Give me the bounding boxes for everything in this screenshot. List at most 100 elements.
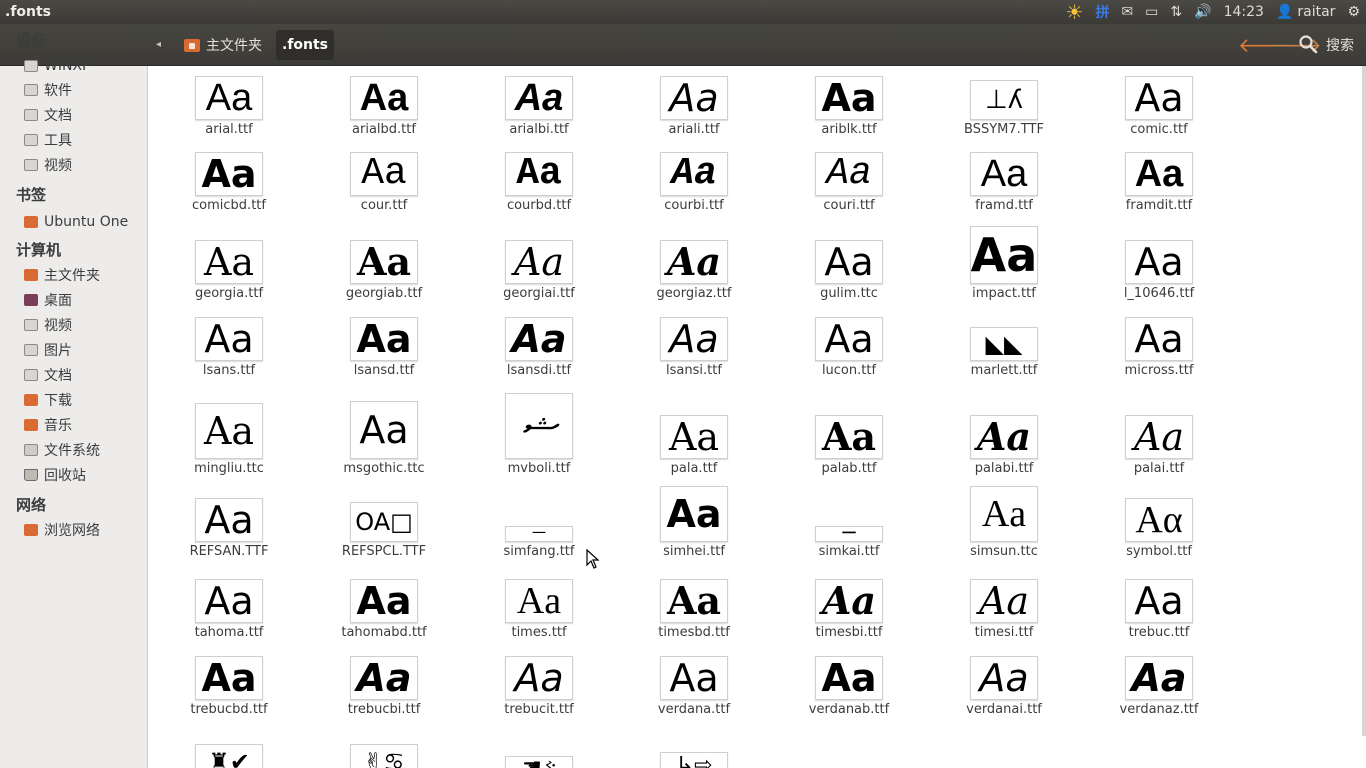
home-folder-icon	[24, 269, 38, 281]
battery-icon[interactable]: ▭	[1139, 0, 1164, 24]
font-preview-thumbnail: Aa	[350, 240, 418, 284]
sidebar-item-music[interactable]: 音乐	[24, 414, 144, 436]
clock[interactable]: 14:23	[1218, 0, 1270, 24]
network-icon[interactable]: ⇅	[1164, 0, 1188, 24]
font-preview-thumbnail: Aa	[1125, 152, 1193, 196]
file-name: georgiai.ttf	[503, 286, 575, 301]
file-name: marlett.ttf	[970, 363, 1038, 378]
sidebar-item-trash[interactable]: 回收站	[24, 464, 144, 486]
file-name: couri.ttf	[823, 198, 875, 213]
weather-icon[interactable]: ☀	[1060, 0, 1090, 24]
sidebar-item-label: 工具	[44, 133, 72, 149]
file-name: comic.ttf	[1130, 122, 1188, 137]
file-name: arialbi.ttf	[509, 122, 569, 137]
sidebar-header-bookmarks: 书签	[16, 186, 47, 204]
file-name: lucon.ttf	[821, 363, 877, 378]
font-preview-thumbnail: Aa	[815, 415, 883, 459]
font-preview-thumbnail: ↳⇨	[660, 752, 728, 768]
font-preview-thumbnail: ⊥ʎ	[970, 80, 1038, 120]
file-name: REFSPCL.TTF	[341, 544, 427, 559]
sidebar-item-label: 文档	[44, 368, 72, 384]
user-icon: 👤	[1275, 4, 1294, 20]
sidebar-item-browse-network[interactable]: 浏览网络	[24, 519, 144, 541]
sidebar-item-label: 视频	[44, 158, 72, 174]
file-name: timesbd.ttf	[658, 625, 730, 640]
sidebar-item-filesystem[interactable]: 文件系统	[24, 439, 144, 461]
search-icon[interactable]	[1298, 34, 1318, 54]
sidebar-item-winxp[interactable]: WINXP	[24, 55, 144, 77]
gear-icon[interactable]: ⚙	[1341, 0, 1366, 24]
input-method-icon[interactable]: 拼	[1089, 0, 1115, 24]
drive-icon	[24, 109, 38, 121]
font-preview-thumbnail: Aa	[195, 76, 263, 120]
sidebar-item-tools[interactable]: 工具	[24, 129, 144, 151]
file-name: simsun.ttc	[970, 544, 1038, 559]
file-name: verdanab.ttf	[808, 702, 890, 717]
mail-icon[interactable]: ✉	[1115, 0, 1139, 24]
file-name: BSSYM7.TTF	[964, 122, 1044, 137]
font-preview-thumbnail: Aa	[195, 240, 263, 284]
volume-icon[interactable]: 🔊	[1188, 0, 1217, 24]
sidebar-item-documents-drive[interactable]: 文档	[24, 104, 144, 126]
font-preview-thumbnail: Aa	[350, 579, 418, 623]
sidebar-item-downloads[interactable]: 下载	[24, 389, 144, 411]
sidebar-item-label: 文件系统	[44, 443, 100, 459]
sidebar-item-label: 浏览网络	[44, 523, 100, 539]
crumb-scroll-left-icon[interactable]: ◂	[156, 39, 161, 50]
file-name: lsansd.ttf	[353, 363, 415, 378]
font-preview-thumbnail: Aa	[660, 152, 728, 196]
drive-icon	[24, 159, 38, 171]
font-preview-thumbnail: Aa	[195, 403, 263, 459]
sidebar-item-pictures[interactable]: 图片	[24, 339, 144, 361]
search-button[interactable]: 搜索	[1326, 35, 1354, 55]
font-preview-thumbnail: ޝ	[505, 393, 573, 459]
font-preview-thumbnail: Aa	[505, 317, 573, 361]
font-preview-thumbnail: Aa	[350, 401, 418, 459]
sidebar-item-desktop[interactable]: 桌面	[24, 289, 144, 311]
crumb-current[interactable]: .fonts	[276, 30, 335, 60]
file-name: simkai.ttf	[818, 544, 880, 559]
sidebar-item-label: WINXP	[44, 58, 91, 74]
sidebar-item-documents[interactable]: 文档	[24, 364, 144, 386]
sidebar-content: 设备 WINXP 软件 文档 工具 视频 书签 Ubuntu One 计算机 主…	[0, 0, 148, 768]
scrollbar[interactable]	[1362, 66, 1366, 736]
user-menu[interactable]: 👤 raitar	[1270, 0, 1342, 24]
video-folder-icon	[24, 319, 38, 331]
sidebar-item-software[interactable]: 软件	[24, 79, 144, 101]
sidebar-item-ubuntu-one[interactable]: Ubuntu One	[24, 211, 144, 233]
sidebar-item-label: 回收站	[44, 468, 86, 484]
file-name: REFSAN.TTF	[189, 544, 269, 559]
font-preview-thumbnail: 一	[815, 526, 883, 542]
file-name: arialbd.ttf	[352, 122, 416, 137]
file-name: framd.ttf	[975, 198, 1033, 213]
drive-icon	[24, 134, 38, 146]
file-name: l_10646.ttf	[1123, 286, 1195, 301]
sidebar-item-videos[interactable]: 视频	[24, 314, 144, 336]
font-preview-thumbnail: 一	[505, 526, 573, 542]
file-name: micross.ttf	[1124, 363, 1194, 378]
file-name: lsans.ttf	[202, 363, 256, 378]
sidebar-item-label: Ubuntu One	[44, 214, 129, 230]
file-name: ariblk.ttf	[821, 122, 877, 137]
font-preview-thumbnail: Aa	[660, 76, 728, 120]
font-preview-thumbnail: Aa	[1125, 76, 1193, 120]
file-view[interactable]: Aa arial.ttf Aa arialbd.ttf Aa arialbi.ttf Aa a…	[148, 66, 1366, 768]
toolbar: ◂ 主文件夹 .fonts 🡐 🡒 搜索	[0, 24, 1366, 66]
font-preview-thumbnail: Aa	[815, 656, 883, 700]
sidebar-item-home[interactable]: 主文件夹	[24, 264, 144, 286]
file-name: framdit.ttf	[1125, 198, 1193, 213]
file-name: tahoma.ttf	[194, 625, 264, 640]
music-folder-icon	[24, 419, 38, 431]
sidebar-header-devices: 设备	[16, 31, 47, 49]
font-preview-thumbnail: Aa	[970, 656, 1038, 700]
file-name: times.ttf	[511, 625, 567, 640]
sidebar-item-label: 图片	[44, 343, 72, 359]
sidebar-item-videos-drive[interactable]: 视频	[24, 154, 144, 176]
font-preview-thumbnail: Αα	[1125, 498, 1193, 542]
top-panel: .fonts ☀ 拼 ✉ ▭ ⇅ 🔊 14:23 👤 raitar ⚙	[0, 0, 1366, 24]
file-name: tahomabd.ttf	[341, 625, 427, 640]
sidebar-item-label: 音乐	[44, 418, 72, 434]
font-preview-thumbnail: Aa	[1125, 579, 1193, 623]
sidebar-item-label: 主文件夹	[44, 268, 100, 284]
crumb-home[interactable]: 主文件夹	[178, 30, 268, 60]
